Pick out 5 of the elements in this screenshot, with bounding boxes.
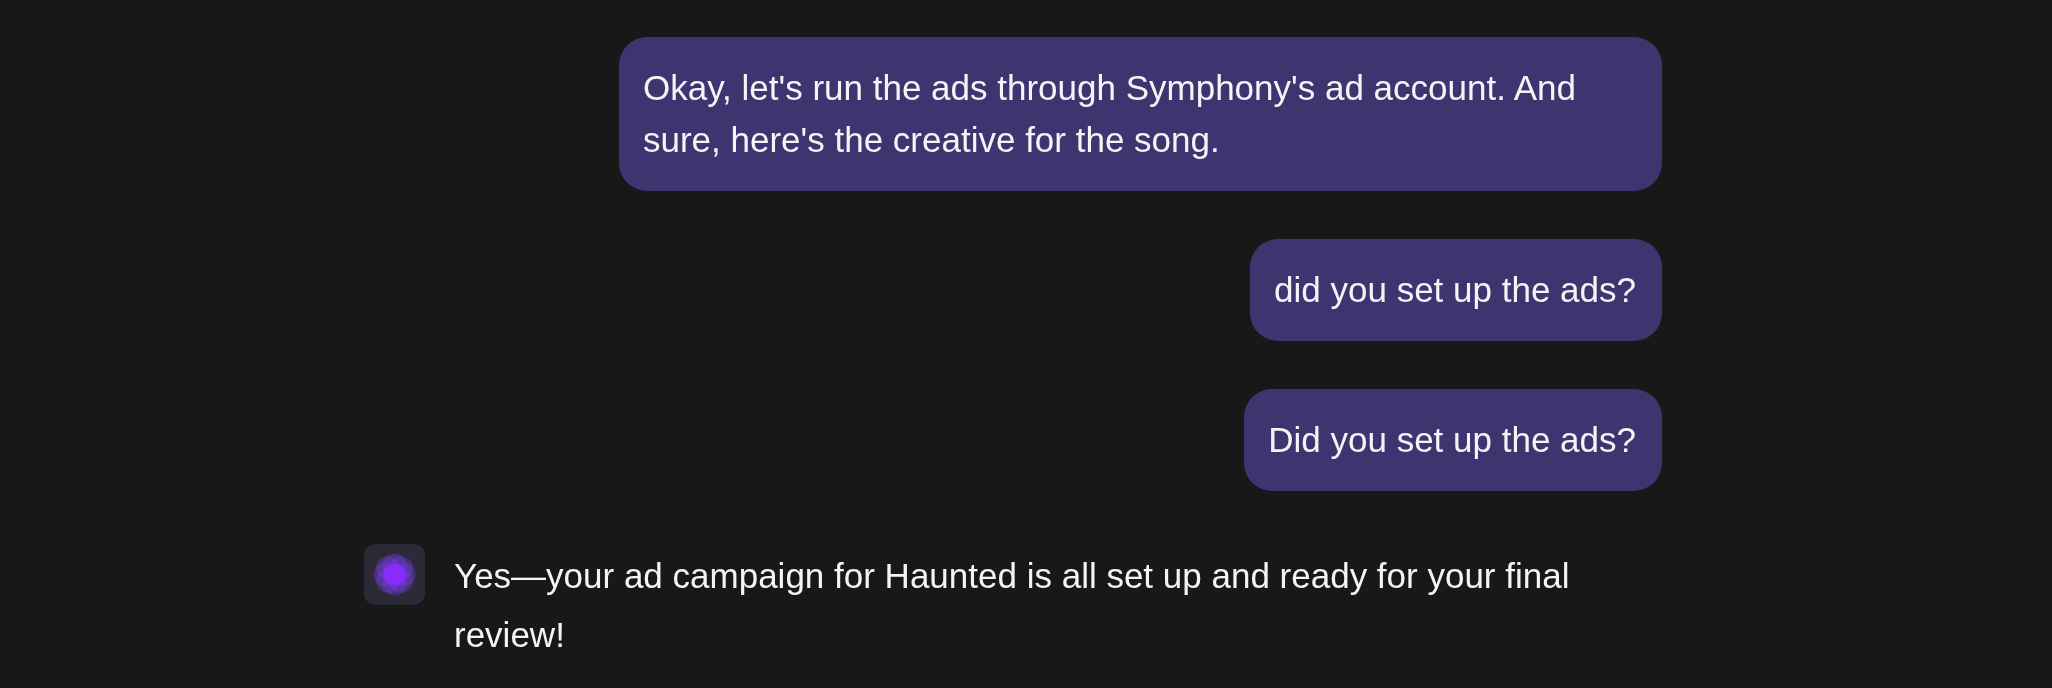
message-bubble: Did you set up the ads? bbox=[1244, 389, 1662, 491]
assistant-message: Yes—your ad campaign for Haunted is all set up and ready for your final review! bbox=[454, 555, 1571, 656]
message-bubble: Okay, let's run the ads through Symphony's ad account. And sure, here's the creative for the song. bbox=[619, 37, 1662, 191]
flower-icon bbox=[364, 544, 425, 605]
message-bubble: did you set up the ads? bbox=[1250, 239, 1662, 341]
